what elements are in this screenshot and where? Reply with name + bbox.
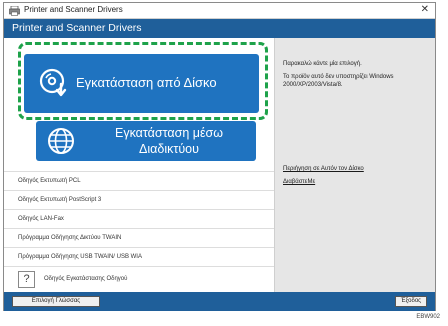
guide-label: Οδηγός Εγκατάστασης Οδηγού [44, 276, 128, 282]
info-unsupported: Το προϊόν αυτό δεν υποστηρίζει Windows [283, 74, 394, 80]
readme-link[interactable]: ΔιαβάστεΜε [283, 179, 315, 185]
disc-install-icon [39, 68, 67, 97]
browse-disk-link[interactable]: Περιήγηση σε Αυτόν τον Δίσκο [283, 166, 364, 172]
install-from-disk-label: Εγκατάσταση από Δίσκο [76, 75, 217, 90]
window-title: Printer and Scanner Drivers [24, 5, 123, 14]
exit-button[interactable]: Έξοδος [395, 296, 427, 307]
driver-list: Οδηγός Εκτυπωτή PCL Οδηγός Εκτυπωτή Post… [4, 171, 274, 292]
help-icon: ? [18, 271, 35, 288]
info-pane: Παρακαλώ κάντε μία επιλογή. Το προϊόν αυ… [274, 38, 435, 292]
header-title: Printer and Scanner Drivers [12, 22, 142, 34]
driver-item-network-twain[interactable]: Πρόγραμμα Οδήγησης Δικτύου TWAIN [4, 228, 274, 247]
info-unsupported-versions: 2000/XP/2003/Vista/8. [283, 82, 343, 88]
close-icon[interactable]: ✕ [421, 4, 429, 15]
left-pane: Εγκατάσταση από Δίσκο Εγκατάσταση μέσω Δ… [4, 38, 274, 292]
driver-item-usb-twain-wia[interactable]: Πρόγραμμα Οδήγησης USB TWAIN/ USB WIA [4, 247, 274, 266]
driver-installation-guide[interactable]: ? Οδηγός Εγκατάστασης Οδηγού [4, 266, 274, 292]
info-instruction: Παρακαλώ κάντε μία επιλογή. [283, 61, 362, 67]
header-bar: Printer and Scanner Drivers [4, 19, 435, 38]
driver-item-lan-fax[interactable]: Οδηγός LAN-Fax [4, 209, 274, 228]
footer-bar: Επιλογή Γλώσσας Έξοδος [4, 292, 435, 311]
title-bar: Printer and Scanner Drivers ✕ [4, 3, 435, 19]
printer-icon [9, 6, 20, 16]
installer-window: Printer and Scanner Drivers ✕ Printer an… [3, 2, 436, 311]
install-from-web-button[interactable]: Εγκατάσταση μέσω Διαδικτύου [36, 121, 256, 161]
install-from-web-label: Εγκατάσταση μέσω Διαδικτύου [115, 126, 223, 156]
install-from-disk-button[interactable]: Εγκατάσταση από Δίσκο [24, 54, 259, 113]
image-code: EBW902 [416, 314, 440, 320]
driver-item-postscript[interactable]: Οδηγός Εκτυπωτή PostScript 3 [4, 190, 274, 209]
driver-item-pcl[interactable]: Οδηγός Εκτυπωτή PCL [4, 171, 274, 190]
language-select-button[interactable]: Επιλογή Γλώσσας [12, 296, 100, 307]
globe-icon [48, 128, 74, 154]
